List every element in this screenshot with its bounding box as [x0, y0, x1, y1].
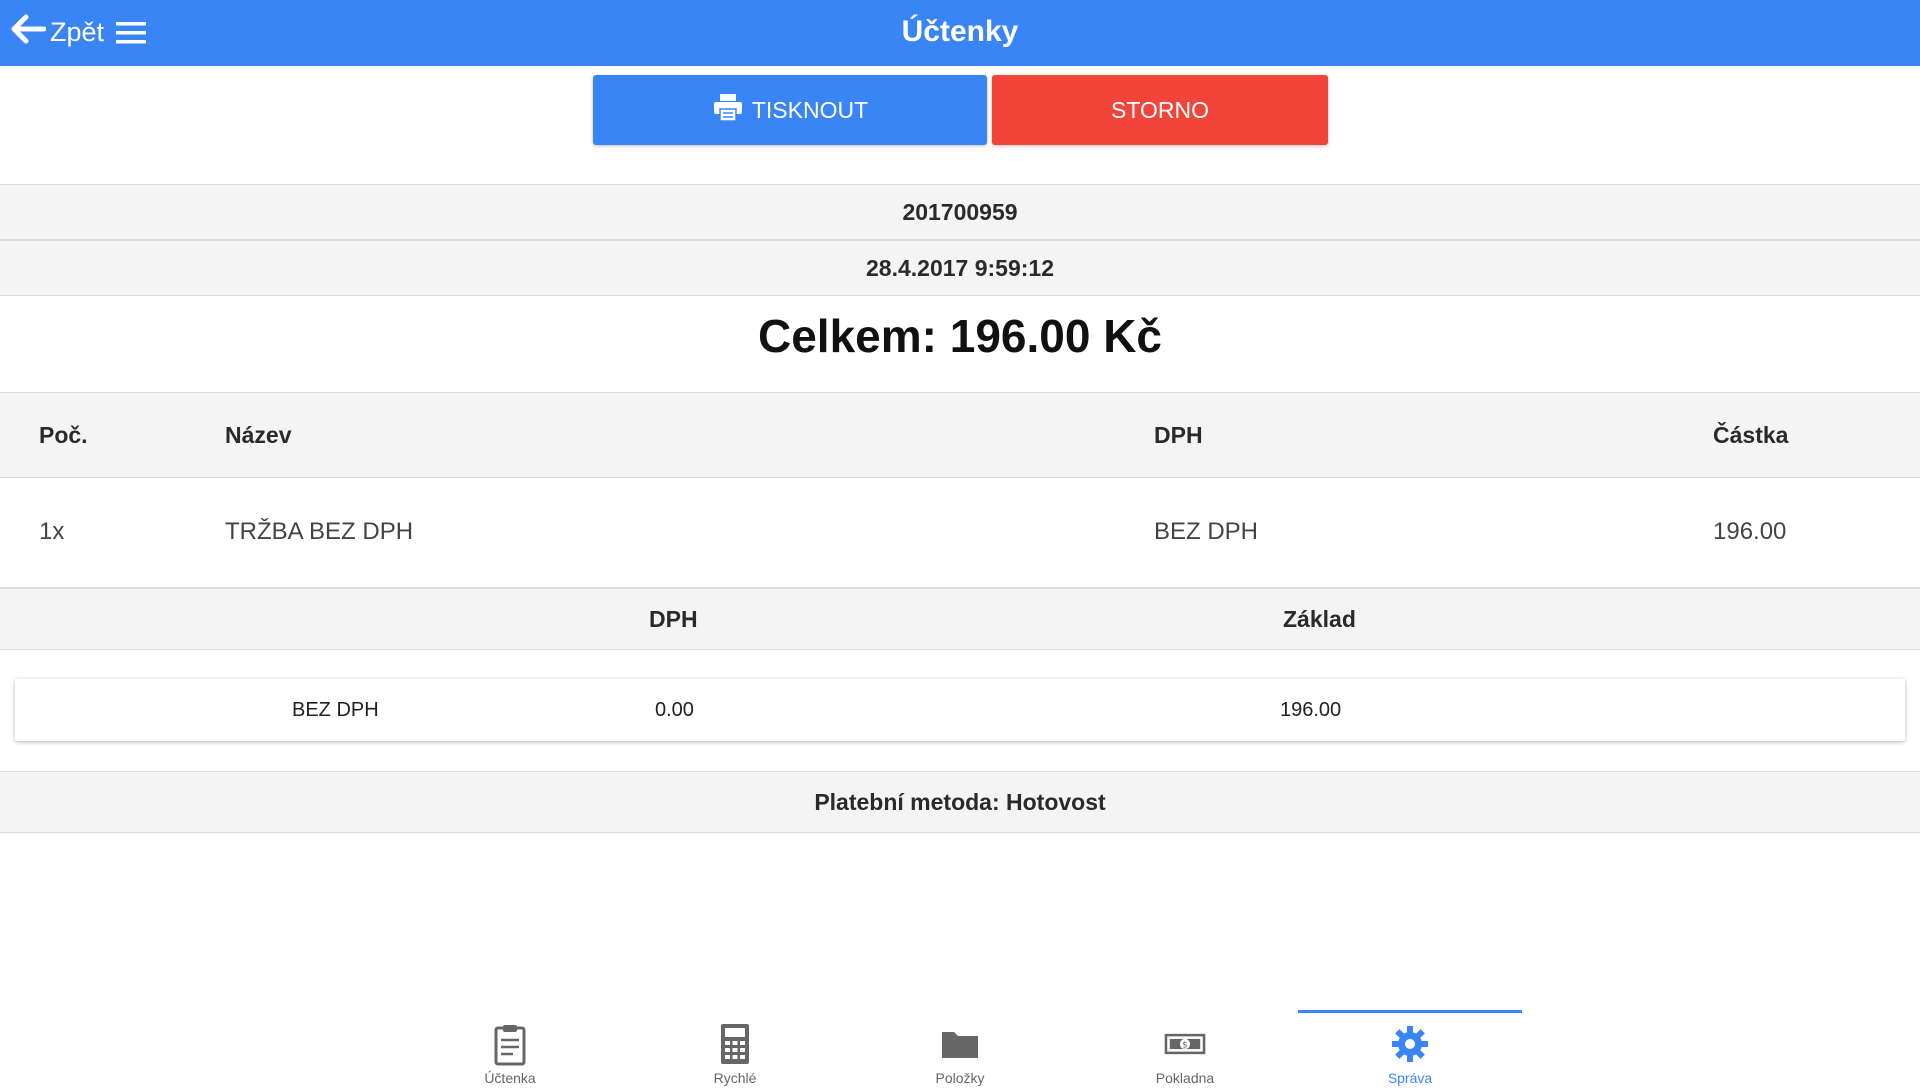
items-table-header: Poč. Název DPH Částka	[0, 392, 1920, 478]
row-vat: BEZ DPH	[1154, 518, 1259, 545]
top-app-bar: Zpět Účtenky	[0, 0, 1920, 66]
storno-button[interactable]: STORNO	[992, 75, 1328, 145]
vat-amount: 0.00	[655, 699, 694, 721]
receipt-total: Celkem: 196.00 Kč	[757, 310, 1163, 362]
row-name: TRŽBA BEZ DPH	[225, 518, 414, 545]
calculator-icon	[623, 1022, 847, 1066]
svg-text:$: $	[1182, 1039, 1187, 1049]
nav-item-sprava[interactable]: Správa	[1298, 1010, 1522, 1088]
header-vat: DPH	[1154, 422, 1203, 448]
nav-label: Položky	[935, 1070, 985, 1086]
action-buttons: TISKNOUT STORNO	[0, 75, 1920, 145]
nav-label: Účtenka	[484, 1070, 536, 1086]
row-qty: 1x	[39, 518, 65, 545]
vat-summary-row: BEZ DPH 0.00 196.00	[15, 679, 1905, 741]
nav-item-uctenka[interactable]: Účtenka	[398, 1010, 622, 1088]
nav-item-polozky[interactable]: Položky	[848, 1010, 1072, 1088]
vat-rate: BEZ DPH	[292, 699, 379, 721]
table-row[interactable]: 1x TRŽBA BEZ DPH BEZ DPH 196.00	[0, 478, 1920, 588]
nav-label: Správa	[1387, 1070, 1433, 1086]
print-button[interactable]: TISKNOUT	[593, 75, 987, 145]
vat-base: 196.00	[1280, 699, 1342, 721]
print-label: TISKNOUT	[751, 96, 869, 123]
receipt-number: 201700959	[0, 184, 1920, 240]
bottom-navigation: Účtenka Rychlé Položky $ Pokladna Správa	[0, 1010, 1920, 1088]
money-icon: $	[1073, 1022, 1297, 1066]
row-amount: 196.00	[1713, 518, 1787, 545]
page-title: Účtenky	[901, 15, 1019, 48]
printer-icon	[712, 91, 744, 129]
nav-label: Rychlé	[713, 1070, 757, 1086]
gear-icon	[1298, 1022, 1522, 1066]
nav-item-rychle[interactable]: Rychlé	[623, 1010, 847, 1088]
vat-table-header: DPH Základ	[0, 588, 1920, 650]
header-base: Základ	[1283, 606, 1356, 632]
header-amount: Částka	[1713, 422, 1789, 448]
nav-item-pokladna[interactable]: $ Pokladna	[1073, 1010, 1297, 1088]
nav-label: Pokladna	[1155, 1070, 1215, 1086]
folder-icon	[848, 1022, 1072, 1066]
storno-label: STORNO	[1111, 96, 1209, 123]
header-qty: Poč.	[39, 422, 88, 448]
receipt-datetime: 28.4.2017 9:59:12	[0, 240, 1920, 296]
header-name: Název	[225, 422, 292, 448]
payment-method: Platební metoda: Hotovost	[0, 771, 1920, 833]
clipboard-icon	[398, 1022, 622, 1066]
header-vat-amount: DPH	[649, 606, 698, 632]
